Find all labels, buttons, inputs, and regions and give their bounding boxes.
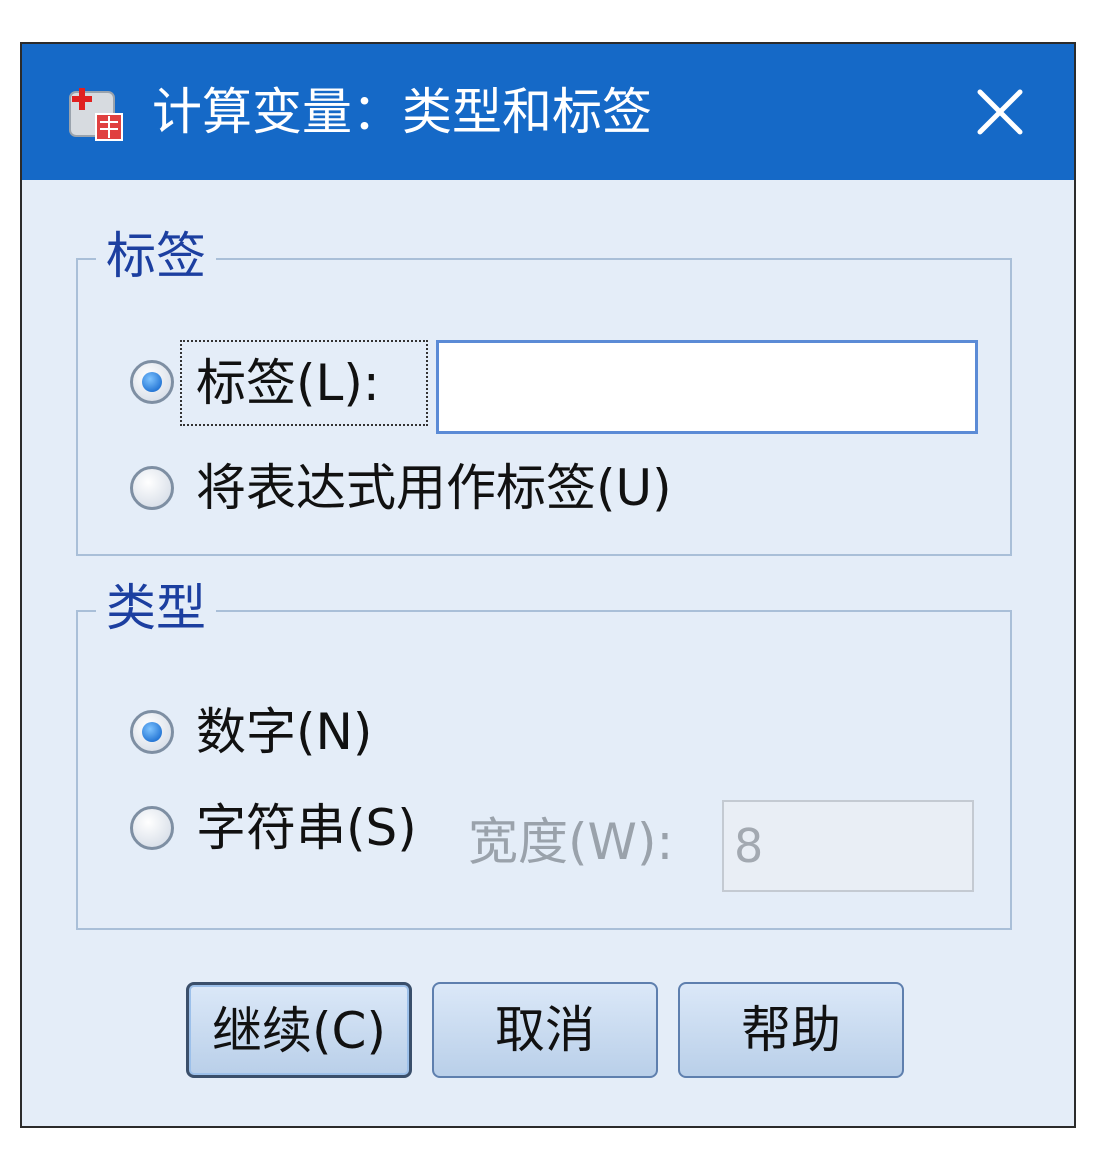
compute-variable-type-label-dialog: 计算变量：类型和标签 标签 标签(L): 将表达式用作标签(U) 类型 数字(N… [20,42,1076,1128]
label-radio-label[interactable]: 标签(L): [196,353,380,413]
numeric-label[interactable]: 数字(N) [196,702,372,762]
type-group: 类型 数字(N) 字符串(S) 宽度(W): [76,578,1012,930]
width-input[interactable] [722,800,974,892]
type-group-title: 类型 [96,578,216,638]
string-label[interactable]: 字符串(S) [196,798,417,858]
window-title: 计算变量：类型和标签 [152,83,652,141]
label-group: 标签 标签(L): 将表达式用作标签(U) [76,226,1012,556]
numeric-radio[interactable] [130,710,174,754]
label-radio[interactable] [130,360,174,404]
title-bar: 计算变量：类型和标签 [22,44,1074,180]
width-label: 宽度(W): [468,813,674,871]
continue-button[interactable]: 继续(C) [186,982,412,1078]
label-input[interactable] [436,340,978,434]
cancel-button[interactable]: 取消 [432,982,658,1078]
string-radio[interactable] [130,806,174,850]
compute-variable-icon [69,88,123,141]
label-group-title: 标签 [96,226,216,286]
expression-as-label-radio[interactable] [130,466,174,510]
help-button[interactable]: 帮助 [678,982,904,1078]
close-icon[interactable] [968,80,1032,144]
expression-as-label-label[interactable]: 将表达式用作标签(U) [196,458,672,518]
